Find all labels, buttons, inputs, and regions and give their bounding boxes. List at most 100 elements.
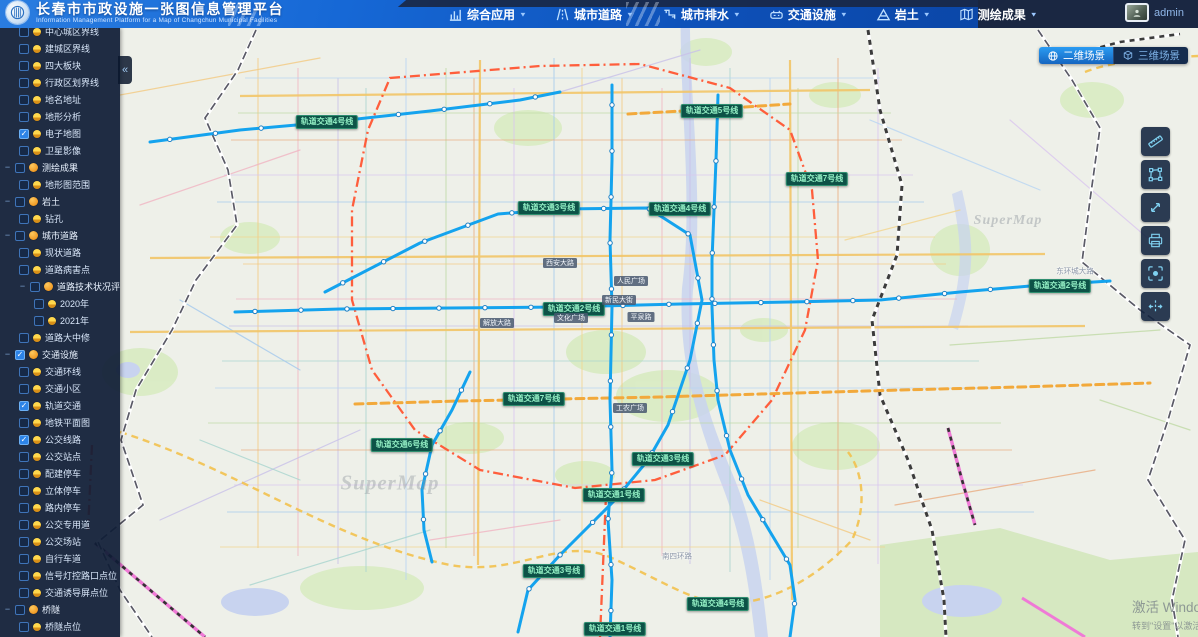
layer-checkbox[interactable] (19, 571, 29, 581)
layer-checkbox[interactable] (19, 537, 29, 547)
layer-checkbox[interactable] (15, 605, 25, 615)
layer-checkbox[interactable] (19, 180, 29, 190)
layer-checkbox[interactable] (19, 384, 29, 394)
measure-area-button[interactable] (1141, 160, 1170, 189)
full-extent-button[interactable] (1141, 193, 1170, 222)
layer-checkbox[interactable] (19, 146, 29, 156)
layer-tree-item[interactable]: 公交场站 (0, 533, 120, 550)
layer-tree-item[interactable]: 桥隧点位 (0, 618, 120, 635)
scene-3d-button[interactable]: 三维场景 (1113, 47, 1188, 64)
map-canvas[interactable]: 轨道交通4号线轨道交通5号线轨道交通7号线轨道交通3号线轨道交通4号线轨道交通2… (0, 28, 1198, 637)
layer-checkbox[interactable]: ✓ (19, 129, 29, 139)
locate-button[interactable] (1141, 259, 1170, 288)
measure-distance-button[interactable] (1141, 127, 1170, 156)
layer-tree-item[interactable]: 钻孔 (0, 210, 120, 227)
layer-tree-item[interactable]: ✓轨道交通 (0, 397, 120, 414)
layer-tree-item[interactable]: 2020年 (0, 295, 120, 312)
layer-checkbox[interactable] (19, 44, 29, 54)
layer-checkbox[interactable] (19, 367, 29, 377)
avatar[interactable] (1125, 3, 1149, 22)
layer-checkbox[interactable] (30, 282, 40, 292)
nav-survey-results[interactable]: 测绘成果▼ (949, 0, 1048, 28)
layer-tree-item[interactable]: −✓交通设施 (0, 346, 120, 363)
layer-checkbox[interactable]: ✓ (19, 435, 29, 445)
layer-checkbox[interactable] (19, 554, 29, 564)
collapse-minus-icon[interactable]: − (4, 605, 11, 614)
layer-tree-item[interactable]: −岩土 (0, 193, 120, 210)
collapse-minus-icon[interactable]: − (4, 350, 11, 359)
layer-checkbox[interactable] (19, 588, 29, 598)
layer-checkbox[interactable] (19, 520, 29, 530)
layer-label: 现状道路 (45, 246, 81, 259)
layer-tree-item[interactable]: 信号灯控路口点位 (0, 567, 120, 584)
collapse-minus-icon[interactable]: − (4, 163, 11, 172)
layer-tree-item[interactable]: −城市道路 (0, 227, 120, 244)
layer-tree-item[interactable]: −道路技术状况评价 (0, 278, 120, 295)
layer-checkbox[interactable] (19, 333, 29, 343)
scene-2d-button[interactable]: 二维场景 (1039, 47, 1113, 64)
layer-tree-item[interactable]: 地形分析 (0, 108, 120, 125)
layer-tree-item[interactable]: 自行车道 (0, 550, 120, 567)
layer-checkbox[interactable] (19, 61, 29, 71)
layer-checkbox[interactable] (15, 163, 25, 173)
layer-tree-item[interactable]: 交通小区 (0, 380, 120, 397)
layer-tree-item[interactable]: 配建停车 (0, 465, 120, 482)
layer-icon (33, 419, 41, 427)
layer-checkbox[interactable] (19, 418, 29, 428)
print-button[interactable] (1141, 226, 1170, 255)
layer-tree-item[interactable]: 地形图范围 (0, 176, 120, 193)
layer-checkbox[interactable] (15, 231, 25, 241)
layer-tree-item[interactable]: 道路大中修 (0, 329, 120, 346)
nav-traffic-facilities[interactable]: 交通设施▼ (759, 0, 858, 28)
layer-tree-item[interactable]: ✓公交线路 (0, 431, 120, 448)
layer-checkbox[interactable] (34, 316, 44, 326)
nav-geotech[interactable]: 岩土▼ (866, 0, 941, 28)
layer-tree-item[interactable]: 公交站点 (0, 448, 120, 465)
layer-tree-item[interactable]: 卫星影像 (0, 142, 120, 159)
layer-tree-item[interactable]: 现状道路 (0, 244, 120, 261)
collapse-minus-icon[interactable]: − (19, 282, 26, 291)
layer-checkbox[interactable] (19, 265, 29, 275)
layer-tree-item[interactable]: 2021年 (0, 312, 120, 329)
nav-comprehensive-app[interactable]: 综合应用▼ (438, 0, 537, 28)
swipe-button[interactable] (1141, 292, 1170, 321)
layer-tree-item[interactable]: 公交专用道 (0, 516, 120, 533)
layer-tree-item[interactable]: 路内停车 (0, 499, 120, 516)
layer-checkbox[interactable] (19, 28, 29, 37)
layer-tree-item[interactable]: ✓电子地图 (0, 125, 120, 142)
layer-checkbox[interactable] (19, 503, 29, 513)
username-label[interactable]: admin (1154, 7, 1184, 19)
layer-tree-item[interactable]: −测绘成果 (0, 159, 120, 176)
layer-checkbox[interactable] (19, 452, 29, 462)
collapse-minus-icon[interactable]: − (4, 197, 11, 206)
layer-checkbox[interactable] (34, 299, 44, 309)
layer-checkbox[interactable] (15, 197, 25, 207)
layer-tree-item[interactable]: 立体停车 (0, 482, 120, 499)
layer-checkbox[interactable] (19, 469, 29, 479)
page-subtitle: Information Management Platform for a Ma… (36, 17, 284, 24)
nav-urban-drainage[interactable]: 城市排水▼ (652, 0, 751, 28)
layer-tree-item[interactable]: 建城区界线 (0, 40, 120, 57)
layer-tree-item[interactable]: 交通诱导屏点位 (0, 584, 120, 601)
layer-tree-item[interactable]: 中心城区界线 (0, 28, 120, 40)
layer-tree-item[interactable]: 地铁平面图 (0, 414, 120, 431)
layer-tree-item[interactable]: 交通环线 (0, 363, 120, 380)
layer-tree-item[interactable]: −桥隧 (0, 601, 120, 618)
layer-tree-item[interactable]: 道路病害点 (0, 261, 120, 278)
collapse-minus-icon[interactable]: − (4, 231, 11, 240)
sidebar-collapse-tab[interactable]: « (118, 56, 132, 84)
layer-checkbox[interactable] (19, 622, 29, 632)
layer-checkbox[interactable] (19, 78, 29, 88)
layer-tree-item[interactable]: 行政区划界线 (0, 74, 120, 91)
layer-checkbox[interactable] (19, 248, 29, 258)
layer-tree-item[interactable]: 地名地址 (0, 91, 120, 108)
layer-checkbox[interactable] (19, 214, 29, 224)
layer-checkbox[interactable] (19, 95, 29, 105)
chevron-down-icon: ▼ (519, 10, 527, 17)
layer-checkbox[interactable]: ✓ (15, 350, 25, 360)
layer-tree-item[interactable]: 四大板块 (0, 57, 120, 74)
nav-urban-road[interactable]: 城市道路▼ (545, 0, 644, 28)
layer-checkbox[interactable]: ✓ (19, 401, 29, 411)
layer-checkbox[interactable] (19, 486, 29, 496)
layer-checkbox[interactable] (19, 112, 29, 122)
